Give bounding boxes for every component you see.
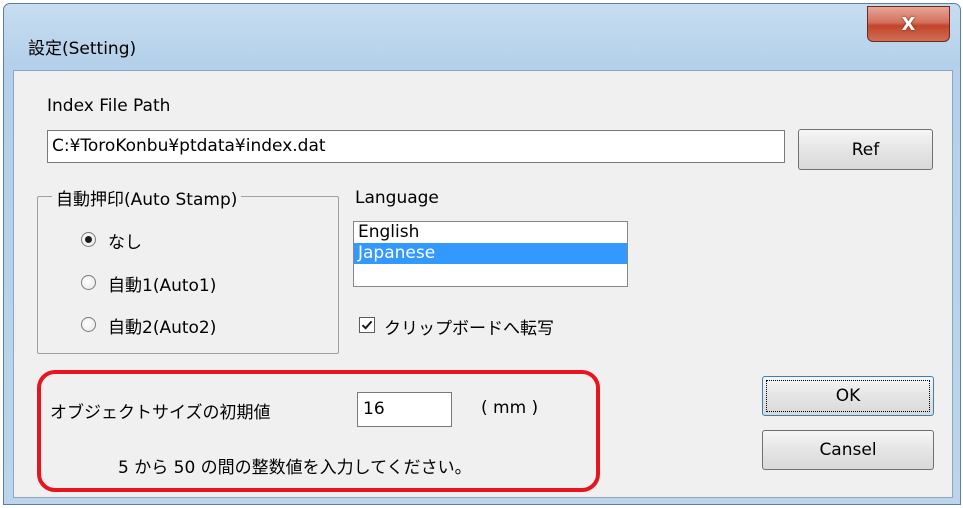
window-title: 設定(Setting) [28, 39, 137, 59]
clipboard-label[interactable]: クリップボードへ転写 [384, 314, 554, 339]
radio-auto2[interactable] [81, 317, 96, 332]
close-button[interactable]: X [867, 6, 950, 42]
language-listbox[interactable]: English Japanese [353, 221, 628, 287]
clipboard-checkbox[interactable] [359, 317, 375, 333]
index-file-path-input[interactable]: C:¥ToroKonbu¥ptdata¥index.dat [47, 130, 785, 163]
language-label: Language [355, 188, 439, 208]
auto-stamp-caption: 自動押印(Auto Stamp) [52, 185, 242, 210]
radio-auto1[interactable] [81, 275, 96, 290]
language-option-english[interactable]: English [354, 222, 627, 243]
close-icon: X [901, 13, 916, 35]
radio-none-label[interactable]: なし [108, 228, 142, 253]
checkmark-icon [361, 320, 373, 330]
ref-button[interactable]: Ref [798, 129, 933, 170]
radio-none[interactable] [81, 232, 96, 247]
highlight-annotation [37, 370, 600, 492]
language-option-japanese[interactable]: Japanese [354, 243, 627, 264]
index-file-path-label: Index File Path [47, 96, 171, 116]
radio-auto1-label[interactable]: 自動1(Auto1) [108, 271, 216, 296]
title-bar[interactable]: 設定(Setting) [4, 4, 960, 70]
radio-auto2-label[interactable]: 自動2(Auto2) [108, 313, 216, 338]
cancel-button[interactable]: Cansel [762, 430, 934, 470]
ok-button[interactable]: OK [762, 376, 934, 416]
focus-rectangle [766, 380, 930, 412]
